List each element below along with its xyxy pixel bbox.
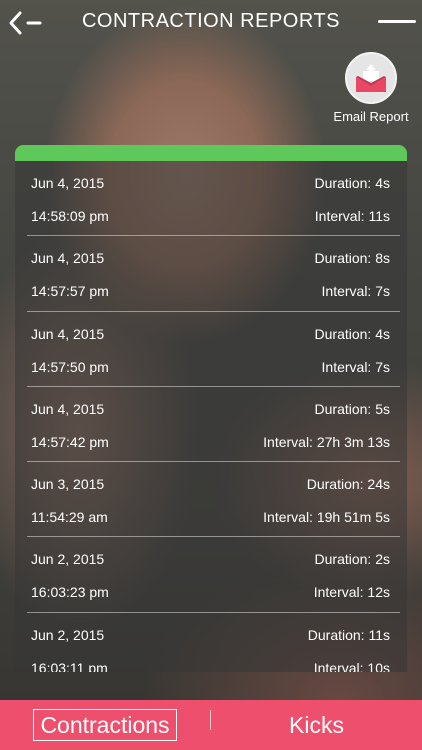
back-arrow-icon bbox=[9, 11, 42, 35]
back-button[interactable] bbox=[8, 8, 48, 38]
report-time: 14:57:42 pm bbox=[31, 433, 109, 450]
header: CONTRACTION REPORTS bbox=[0, 0, 422, 46]
menu-button[interactable] bbox=[378, 10, 416, 34]
list-item[interactable]: Jun 2, 2015 16:03:11 pm Duration: 11s In… bbox=[27, 613, 400, 672]
report-date: Jun 2, 2015 bbox=[31, 626, 105, 643]
tab-kicks[interactable]: Kicks bbox=[211, 700, 422, 750]
screen: CONTRACTION REPORTS Email Report Jun 4, … bbox=[0, 0, 422, 750]
report-interval: Interval: 7s bbox=[321, 283, 390, 300]
report-interval: Interval: 10s bbox=[313, 659, 390, 672]
report-time: 16:03:23 pm bbox=[31, 584, 109, 601]
report-time: 16:03:11 pm bbox=[31, 659, 108, 672]
report-time: 14:57:57 pm bbox=[31, 283, 109, 300]
report-date: Jun 4, 2015 bbox=[31, 250, 105, 267]
page-title: CONTRACTION REPORTS bbox=[81, 10, 341, 32]
report-duration: Duration: 8s bbox=[314, 250, 390, 267]
report-date: Jun 4, 2015 bbox=[31, 175, 105, 191]
list-item[interactable]: Jun 4, 2015 14:57:42 pm Duration: 5s Int… bbox=[27, 387, 400, 463]
list-item[interactable]: Jun 4, 2015 14:57:57 pm Duration: 8s Int… bbox=[27, 236, 400, 312]
report-time: 14:57:50 pm bbox=[31, 358, 109, 375]
list-item[interactable]: Jun 4, 2015 14:57:50 pm Duration: 4s Int… bbox=[27, 312, 400, 387]
report-time: 11:54:29 am bbox=[31, 509, 108, 526]
report-date: Jun 4, 2015 bbox=[31, 325, 105, 342]
reports-panel: Jun 4, 2015 14:58:09 pm Duration: 4s Int… bbox=[15, 145, 407, 672]
report-interval: Interval: 12s bbox=[313, 584, 390, 601]
report-duration: Duration: 24s bbox=[306, 476, 390, 493]
tab-contractions-label: Contractions bbox=[33, 709, 177, 741]
menu-icon bbox=[378, 20, 416, 23]
report-duration: Duration: 5s bbox=[314, 400, 390, 417]
tab-contractions[interactable]: Contractions bbox=[0, 700, 210, 750]
list-item[interactable]: Jun 2, 2015 16:03:23 pm Duration: 2s Int… bbox=[27, 537, 400, 613]
email-report-label: Email Report bbox=[333, 109, 409, 124]
report-interval: Interval: 27h 3m 13s bbox=[263, 433, 390, 450]
report-duration: Duration: 2s bbox=[314, 551, 390, 568]
report-interval: Interval: 11s bbox=[314, 208, 390, 224]
report-date: Jun 3, 2015 bbox=[31, 476, 105, 493]
list-item[interactable]: Jun 3, 2015 11:54:29 am Duration: 24s In… bbox=[27, 462, 400, 538]
report-date: Jun 4, 2015 bbox=[31, 400, 105, 417]
tab-bar: Contractions Kicks bbox=[0, 700, 422, 750]
report-interval: Interval: 7s bbox=[321, 358, 390, 375]
report-duration: Duration: 11s bbox=[307, 626, 390, 643]
email-upload-icon bbox=[345, 52, 397, 104]
panel-header-bar bbox=[15, 145, 407, 161]
report-duration: Duration: 4s bbox=[314, 175, 390, 191]
report-time: 14:58:09 pm bbox=[31, 208, 109, 224]
report-interval: Interval: 19h 51m 5s bbox=[263, 509, 390, 526]
list-item[interactable]: Jun 4, 2015 14:58:09 pm Duration: 4s Int… bbox=[27, 161, 400, 237]
report-duration: Duration: 4s bbox=[314, 325, 390, 342]
report-date: Jun 2, 2015 bbox=[31, 551, 105, 568]
email-report-button[interactable]: Email Report bbox=[328, 52, 414, 130]
reports-list[interactable]: Jun 4, 2015 14:58:09 pm Duration: 4s Int… bbox=[15, 161, 407, 672]
tab-kicks-label: Kicks bbox=[289, 711, 344, 738]
